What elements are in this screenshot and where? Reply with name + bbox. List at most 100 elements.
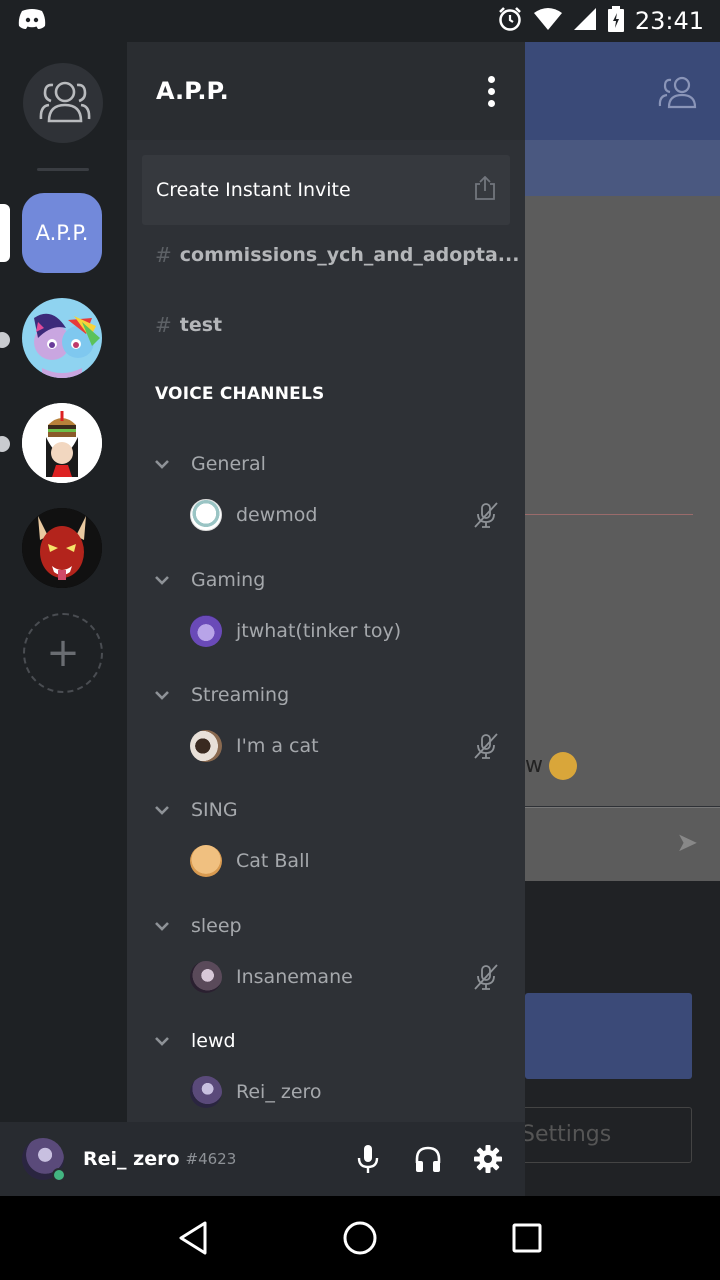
user-name: I'm a cat — [236, 735, 319, 757]
back-icon[interactable] — [168, 1213, 218, 1263]
voice-channel-name: Streaming — [191, 684, 290, 706]
system-nav-bar — [0, 1196, 720, 1280]
channel-name: commissions_ych_and_adopta... — [179, 244, 520, 266]
hash-icon: # — [155, 243, 172, 267]
voice-channel-name: SING — [191, 799, 238, 821]
voice-channel-name: lewd — [191, 1030, 236, 1052]
online-status-badge — [52, 1168, 66, 1182]
chevron-down-icon — [153, 455, 171, 473]
avatar — [190, 499, 222, 531]
voice-channel-name: sleep — [191, 915, 242, 937]
more-options-icon[interactable] — [488, 75, 495, 107]
channel-drawer: A.P.P. Create Instant Invite # commissio… — [127, 42, 525, 1122]
new-messages-divider — [525, 514, 693, 515]
voice-channel-name: General — [191, 453, 266, 475]
chat-header — [525, 42, 720, 140]
status-bar: 23:41 — [0, 0, 720, 42]
battery-icon — [607, 6, 625, 36]
voice-channel-sing[interactable]: SING — [153, 799, 238, 821]
guild-burger-avatar[interactable] — [22, 403, 102, 483]
text-channel-item[interactable]: # commissions_ych_and_adopta... — [155, 243, 519, 267]
message-fragment: w — [525, 752, 577, 780]
chevron-down-icon — [153, 801, 171, 819]
current-user-name: Rei_ zero — [83, 1148, 180, 1170]
discord-logo-icon — [18, 8, 46, 34]
current-user-tag: #4623 — [185, 1150, 237, 1168]
settings-button[interactable]: Settings — [525, 1107, 692, 1163]
unread-indicator — [0, 436, 10, 452]
guild-sidebar: A.P.P. + — [0, 42, 127, 1122]
selected-indicator — [0, 204, 10, 262]
message-text: w — [525, 753, 543, 778]
avatar — [190, 845, 222, 877]
status-icons: 23:41 — [497, 6, 704, 36]
avatar — [190, 1076, 222, 1108]
friends-button[interactable] — [23, 63, 103, 143]
chevron-down-icon — [153, 686, 171, 704]
share-icon — [474, 175, 496, 204]
muted-mic-icon — [472, 963, 500, 991]
avatar — [190, 730, 222, 762]
muted-mic-icon — [472, 501, 500, 529]
hash-icon: # — [155, 313, 172, 337]
channel-name: test — [179, 314, 223, 336]
chat-subheader — [525, 140, 720, 196]
gear-icon[interactable] — [473, 1144, 503, 1174]
voice-user[interactable]: jtwhat(tinker toy) — [190, 615, 500, 647]
add-server-button[interactable]: + — [23, 613, 103, 693]
wifi-icon — [533, 7, 563, 35]
user-name: dewmod — [236, 504, 318, 526]
unread-indicator — [0, 332, 10, 348]
voice-user[interactable]: dewmod — [190, 499, 500, 531]
avatar[interactable] — [22, 1138, 66, 1182]
headphones-icon[interactable] — [413, 1144, 443, 1174]
voice-channel-general[interactable]: General — [153, 453, 266, 475]
avatar — [190, 961, 222, 993]
chevron-down-icon — [153, 571, 171, 589]
create-invite-button[interactable]: Create Instant Invite — [142, 155, 510, 225]
message-input[interactable]: ➤ — [525, 807, 720, 881]
clock-time: 23:41 — [634, 7, 704, 35]
voice-channel-name: Gaming — [191, 569, 266, 591]
voice-user[interactable]: Rei_ zero — [190, 1076, 500, 1108]
emoji-icon — [549, 752, 577, 780]
recents-icon[interactable] — [502, 1213, 552, 1263]
muted-mic-icon — [472, 732, 500, 760]
chevron-down-icon — [153, 917, 171, 935]
home-icon[interactable] — [335, 1213, 385, 1263]
voice-channel-lewd[interactable]: lewd — [153, 1030, 236, 1052]
send-icon[interactable]: ➤ — [676, 828, 698, 858]
action-button[interactable] — [525, 993, 692, 1079]
members-icon[interactable] — [655, 75, 701, 113]
microphone-icon[interactable] — [353, 1144, 383, 1174]
text-channel-item[interactable]: # test — [155, 313, 222, 337]
guild-pony-avatar[interactable] — [22, 298, 102, 378]
signal-icon — [573, 7, 597, 35]
voice-channel-sleep[interactable]: sleep — [153, 915, 242, 937]
voice-user[interactable]: I'm a cat — [190, 730, 500, 762]
voice-channel-gaming[interactable]: Gaming — [153, 569, 265, 591]
user-name: Rei_ zero — [236, 1081, 322, 1103]
user-name: Insanemane — [236, 966, 353, 988]
bottom-sheet: Settings — [525, 881, 720, 1196]
alarm-icon — [497, 6, 523, 36]
guild-demon-avatar[interactable] — [22, 508, 102, 588]
server-name: A.P.P. — [156, 77, 229, 105]
chevron-down-icon — [153, 1032, 171, 1050]
user-name: jtwhat(tinker toy) — [236, 620, 402, 642]
invite-label: Create Instant Invite — [156, 179, 351, 201]
guild-app[interactable]: A.P.P. — [22, 193, 102, 273]
avatar — [190, 615, 222, 647]
chat-background: w ➤ Settings — [525, 42, 720, 1196]
voice-section-title: VOICE CHANNELS — [155, 384, 325, 404]
user-name: Cat Ball — [236, 850, 310, 872]
friends-icon — [35, 77, 91, 129]
voice-user[interactable]: Insanemane — [190, 961, 500, 993]
guild-separator — [37, 168, 89, 171]
voice-channel-streaming[interactable]: Streaming — [153, 684, 289, 706]
plus-icon: + — [46, 630, 80, 676]
voice-user[interactable]: Cat Ball — [190, 845, 500, 877]
user-panel: Rei_ zero #4623 — [0, 1122, 525, 1196]
message-area — [525, 196, 720, 806]
server-header[interactable]: A.P.P. — [127, 42, 525, 140]
